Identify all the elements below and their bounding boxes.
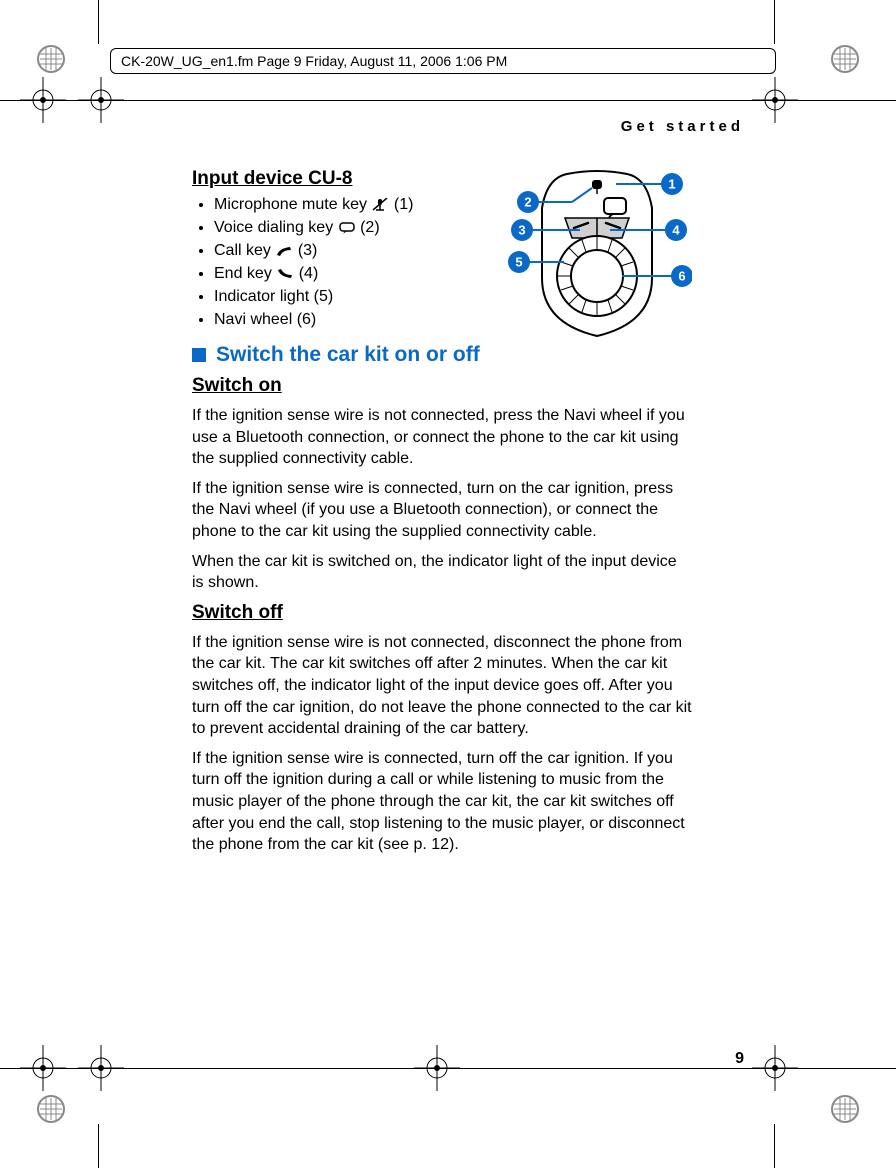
key-label: Indicator light (5) [214, 288, 333, 305]
crossmark-bottom-left [20, 1045, 66, 1091]
key-suffix: (2) [360, 219, 380, 236]
key-label: Microphone mute key [214, 196, 367, 213]
call-icon [275, 244, 293, 258]
regmark-top-left [36, 44, 66, 74]
section-title: Switch the car kit on or off [216, 343, 480, 366]
square-bullet-icon [192, 348, 206, 362]
key-label: Navi wheel (6) [214, 311, 316, 328]
key-label: Call key [214, 242, 271, 259]
list-item: Indicator light (5) [214, 288, 494, 306]
key-suffix: (1) [394, 196, 414, 213]
list-item: Voice dialing key (2) [214, 219, 494, 237]
regmark-bottom-left [36, 1094, 66, 1124]
crossmark-bottom-right [752, 1045, 798, 1091]
regmark-bottom-right [830, 1094, 860, 1124]
voice-icon [338, 221, 356, 235]
crossmark-bottom-center [414, 1045, 460, 1091]
key-label: End key [214, 265, 272, 282]
body-text: If the ignition sense wire is connected,… [192, 748, 692, 856]
key-suffix: (3) [298, 242, 318, 259]
key-list: Microphone mute key (1) Voice dialing ke… [192, 196, 494, 329]
crop-line-left-top [98, 0, 99, 44]
switch-off-heading: Switch off [192, 602, 692, 624]
body-text: If the ignition sense wire is connected,… [192, 478, 692, 543]
list-item: Microphone mute key (1) [214, 196, 494, 214]
regmark-top-right [830, 44, 860, 74]
running-head: Get started [621, 118, 744, 135]
crossmark-right [752, 77, 798, 123]
list-item: Call key (3) [214, 242, 494, 260]
callout-num: 4 [672, 223, 680, 238]
list-item: Navi wheel (6) [214, 311, 494, 329]
crop-line-right-top [774, 0, 775, 44]
switch-on-heading: Switch on [192, 375, 692, 397]
crossmark-left2 [78, 77, 124, 123]
body-text: If the ignition sense wire is not connec… [192, 632, 692, 740]
list-item: End key (4) [214, 265, 494, 283]
page-number: 9 [735, 1050, 744, 1068]
body-text: If the ignition sense wire is not connec… [192, 405, 692, 470]
callout-num: 2 [524, 195, 531, 210]
page-content: Input device CU-8 Microphone mute key (1… [192, 160, 692, 864]
end-icon [276, 267, 294, 281]
crop-line-right-bottom [774, 1124, 775, 1168]
callout-num: 3 [518, 223, 525, 238]
key-suffix: (4) [299, 265, 319, 282]
crossmark-left [20, 77, 66, 123]
callout-num: 1 [668, 177, 675, 192]
callout-num: 5 [515, 255, 522, 270]
crop-line-left-bottom [98, 1124, 99, 1168]
crossmark-bottom-left2 [78, 1045, 124, 1091]
mute-icon [371, 198, 389, 212]
device-diagram: 1 2 3 4 5 6 [502, 168, 692, 348]
body-text: When the car kit is switched on, the ind… [192, 551, 692, 594]
callout-num: 6 [678, 269, 685, 284]
key-label: Voice dialing key [214, 219, 333, 236]
file-info-header: CK-20W_UG_en1.fm Page 9 Friday, August 1… [110, 48, 776, 74]
